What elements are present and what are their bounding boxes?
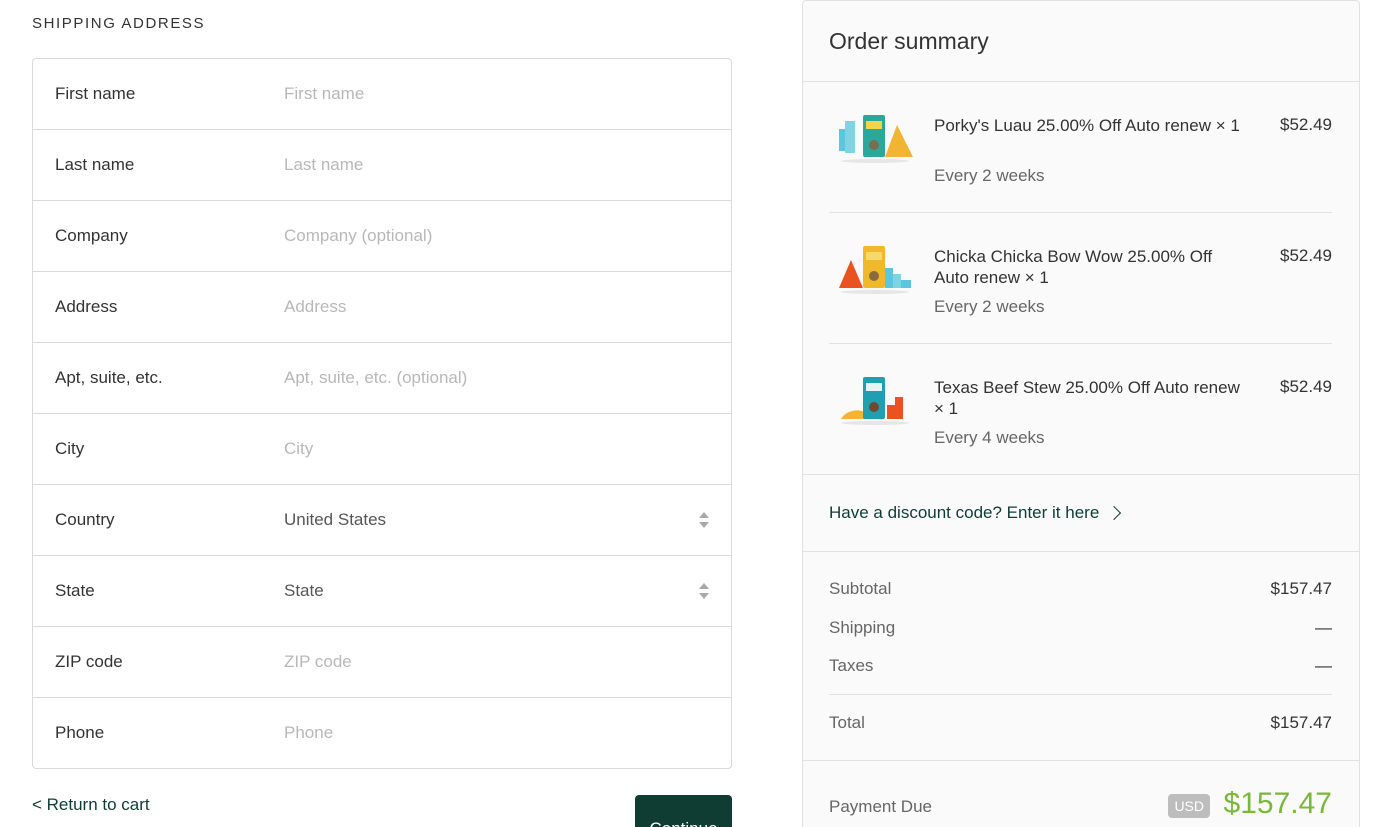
order-summary: Order summary Porky's Luau 25.00% Off Au… [802, 0, 1360, 827]
item-price: $52.49 [1280, 377, 1332, 396]
company-row: Company [33, 201, 731, 272]
currency-badge: USD [1168, 794, 1210, 818]
last-name-input[interactable] [284, 130, 711, 200]
summary-title: Order summary [829, 28, 989, 54]
item-frequency: Every 2 weeks [934, 166, 1045, 185]
city-label: City [55, 439, 85, 458]
line-item: Porky's Luau 25.00% Off Auto renew × 1 E… [829, 115, 1332, 225]
return-to-cart-link[interactable]: < Return to cart [32, 795, 150, 815]
section-title: SHIPPING ADDRESS [32, 15, 206, 32]
shipping-form: First name Last name Company Address Apt… [32, 58, 732, 769]
apt-input[interactable] [284, 343, 711, 413]
taxes-label: Taxes [829, 656, 874, 675]
apt-label: Apt, suite, etc. [55, 368, 163, 387]
zip-input[interactable] [284, 627, 711, 697]
state-value: State [284, 581, 324, 600]
payment-due-label: Payment Due [829, 797, 932, 816]
last-name-row: Last name [33, 130, 731, 201]
item-price: $52.49 [1280, 115, 1332, 134]
total-value: $157.47 [1270, 713, 1332, 732]
subtotal-value: $157.47 [1270, 579, 1332, 598]
divider [829, 694, 1332, 695]
company-label: Company [55, 226, 128, 245]
line-item: Texas Beef Stew 25.00% Off Auto renew × … [829, 377, 1332, 487]
texas-beef-stew-product-thumbnail [841, 377, 909, 425]
porkys-luau-product-thumbnail [839, 115, 913, 163]
shipping-label: Shipping [829, 618, 896, 637]
divider [829, 212, 1332, 213]
company-input[interactable] [284, 201, 711, 271]
divider [803, 81, 1359, 82]
item-frequency: Every 4 weeks [934, 428, 1045, 447]
subtotal-label: Subtotal [829, 579, 892, 598]
divider [803, 551, 1359, 552]
phone-row: Phone [33, 698, 731, 768]
item-frequency: Every 2 weeks [934, 297, 1045, 316]
item-name: Porky's Luau 25.00% Off Auto renew × 1 [934, 116, 1240, 135]
first-name-row: First name [33, 59, 731, 130]
subtotal-row: Subtotal $157.47 [829, 579, 1332, 599]
total-label: Total [829, 713, 865, 732]
last-name-label: Last name [55, 155, 135, 174]
phone-input[interactable] [284, 698, 711, 768]
item-name: Chicka Chicka Bow Wow 25.00% Off Auto re… [934, 247, 1213, 287]
continue-button[interactable]: Continue [635, 795, 732, 827]
payment-due-row: Payment Due USD $157.47 [829, 787, 1332, 827]
state-select[interactable]: State State [33, 556, 731, 627]
address-label: Address [55, 297, 118, 316]
divider [803, 760, 1359, 761]
city-row: City [33, 414, 731, 485]
address-input[interactable] [284, 272, 711, 342]
country-select[interactable]: Country United States [33, 485, 731, 556]
address-row: Address [33, 272, 731, 343]
discount-code-link[interactable]: Have a discount code? Enter it here [829, 503, 1122, 523]
first-name-input[interactable] [284, 59, 711, 129]
city-input[interactable] [284, 414, 711, 484]
chicka-chicka-product-thumbnail [839, 246, 911, 294]
select-arrows-icon [699, 582, 709, 600]
item-name: Texas Beef Stew 25.00% Off Auto renew × … [934, 378, 1240, 418]
zip-row: ZIP code [33, 627, 731, 698]
apt-row: Apt, suite, etc. [33, 343, 731, 414]
divider [829, 343, 1332, 344]
zip-label: ZIP code [55, 652, 123, 671]
select-arrows-icon [699, 511, 709, 529]
discount-code-label: Have a discount code? Enter it here [829, 503, 1100, 522]
line-item: Chicka Chicka Bow Wow 25.00% Off Auto re… [829, 246, 1332, 356]
country-value: United States [284, 510, 387, 529]
shipping-value: — [1315, 618, 1332, 637]
phone-label: Phone [55, 723, 105, 742]
chevron-right-icon [1107, 505, 1122, 521]
state-label: State [55, 581, 95, 600]
country-label: Country [55, 510, 115, 529]
item-price: $52.49 [1280, 246, 1332, 265]
first-name-label: First name [55, 84, 136, 103]
divider [803, 474, 1359, 475]
payment-due-amount: $157.47 [1223, 787, 1332, 820]
shipping-row: Shipping — [829, 618, 1332, 638]
total-row: Total $157.47 [829, 713, 1332, 733]
taxes-row: Taxes — [829, 656, 1332, 676]
taxes-value: — [1315, 656, 1332, 675]
